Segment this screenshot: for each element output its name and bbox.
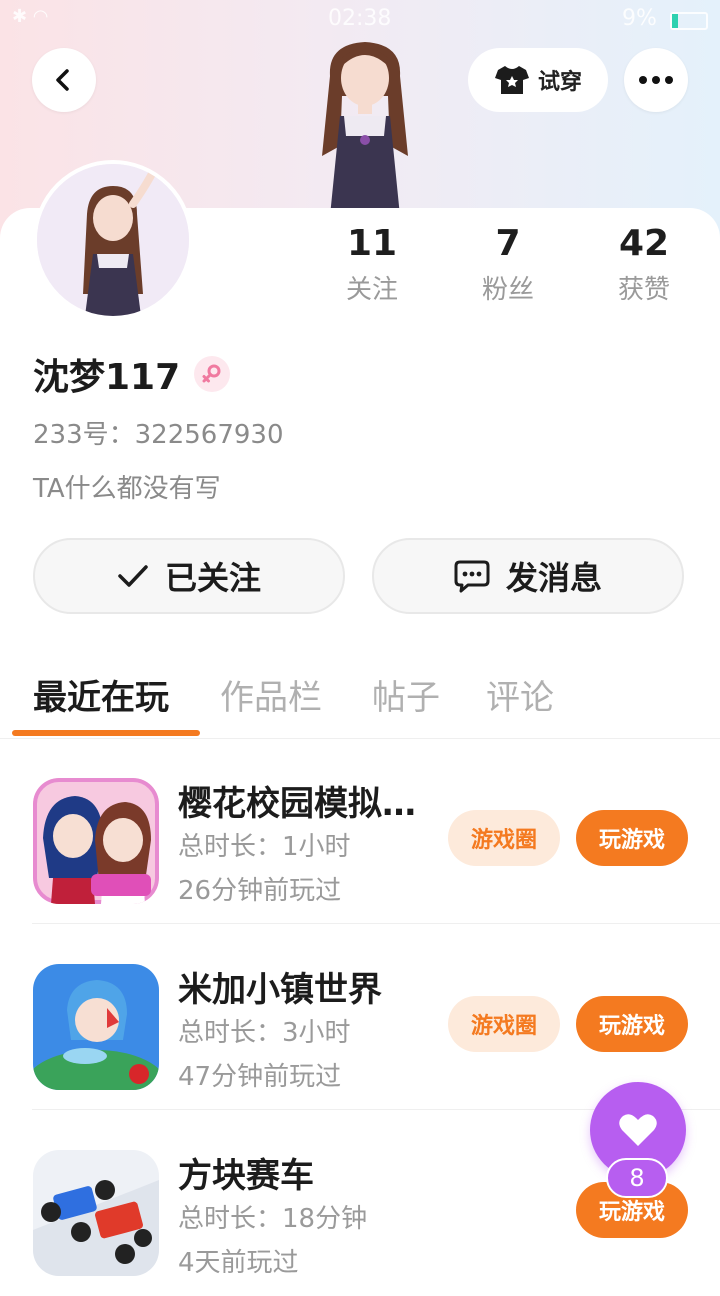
username: 沈梦117	[33, 357, 181, 398]
user-id: 233号：322567930	[33, 420, 284, 450]
try-on-button[interactable]: 试穿	[468, 48, 608, 112]
status-time: 02:38	[328, 6, 392, 31]
game-circle-button[interactable]: 游戏圈	[448, 996, 560, 1052]
more-dots-icon	[639, 76, 673, 84]
chat-bubble-icon	[454, 560, 490, 593]
game-duration: 总时长：1小时	[178, 832, 351, 862]
game-circle-button[interactable]: 游戏圈	[448, 810, 560, 866]
game-last-played: 4天前玩过	[178, 1248, 299, 1278]
username-row: 沈梦117	[33, 348, 231, 400]
battery-percent: 9%	[622, 6, 657, 31]
stat-value: 42	[618, 223, 670, 264]
more-options-button[interactable]	[624, 48, 688, 112]
profile-stats: 11 关注 7 粉丝 42 获赞	[300, 222, 720, 322]
like-count-badge: 8	[606, 1158, 668, 1198]
stat-value: 7	[495, 223, 521, 264]
followed-button[interactable]: 已关注	[33, 538, 345, 614]
block-racer-icon[interactable]	[33, 1150, 159, 1276]
tab-posts[interactable]: 帖子	[372, 670, 440, 719]
female-gender-icon	[194, 356, 231, 392]
tab-works[interactable]: 作品栏	[220, 670, 322, 719]
game-title: 樱花校园模拟…	[178, 784, 416, 824]
heart-icon	[619, 1114, 657, 1146]
stat-value: 11	[346, 223, 398, 264]
stat-followers[interactable]: 7 粉丝	[448, 222, 568, 310]
tab-comments[interactable]: 评论	[486, 670, 554, 719]
active-tab-indicator	[12, 730, 200, 736]
game-last-played: 26分钟前玩过	[178, 876, 342, 906]
game-list-item[interactable]: 樱花校园模拟… 总时长：1小时 26分钟前玩过 游戏圈 玩游戏	[0, 738, 720, 924]
game-last-played: 47分钟前玩过	[178, 1062, 342, 1092]
stat-label: 获赞	[617, 275, 670, 305]
signal-icon: ✱ ◠	[12, 6, 49, 27]
stat-label: 关注	[345, 275, 398, 305]
play-game-button[interactable]: 玩游戏	[576, 996, 688, 1052]
followed-label: 已关注	[164, 559, 261, 597]
game-duration: 总时长：18分钟	[178, 1204, 368, 1234]
tab-recently-played[interactable]: 最近在玩	[33, 670, 169, 719]
avatar[interactable]	[33, 160, 193, 320]
game-duration: 总时长：3小时	[178, 1018, 351, 1048]
avatar-image	[37, 164, 189, 316]
stat-label: 粉丝	[481, 275, 534, 305]
try-on-label: 试穿	[537, 70, 582, 95]
check-icon	[118, 565, 148, 587]
chevron-left-icon	[56, 69, 69, 91]
user-bio: TA什么都没有写	[33, 474, 221, 504]
sakura-school-icon[interactable]	[33, 778, 159, 904]
miga-town-icon[interactable]	[33, 964, 159, 1090]
send-message-label: 发消息	[505, 559, 602, 597]
game-title: 方块赛车	[178, 1156, 314, 1196]
battery-icon	[670, 12, 708, 30]
tshirt-icon	[494, 66, 529, 94]
stat-likes[interactable]: 42 获赞	[584, 222, 704, 310]
back-button[interactable]	[32, 48, 96, 112]
status-bar: ✱ ◠ 02:38 9%	[0, 0, 720, 40]
avatar-character-image	[322, 42, 408, 216]
game-list-item[interactable]: 米加小镇世界 总时长：3小时 47分钟前玩过 游戏圈 玩游戏	[0, 924, 720, 1110]
send-message-button[interactable]: 发消息	[372, 538, 684, 614]
game-title: 米加小镇世界	[178, 970, 382, 1010]
play-game-button[interactable]: 玩游戏	[576, 810, 688, 866]
profile-tabs: 最近在玩 作品栏 帖子 评论	[0, 660, 720, 739]
stat-following[interactable]: 11 关注	[312, 222, 432, 310]
